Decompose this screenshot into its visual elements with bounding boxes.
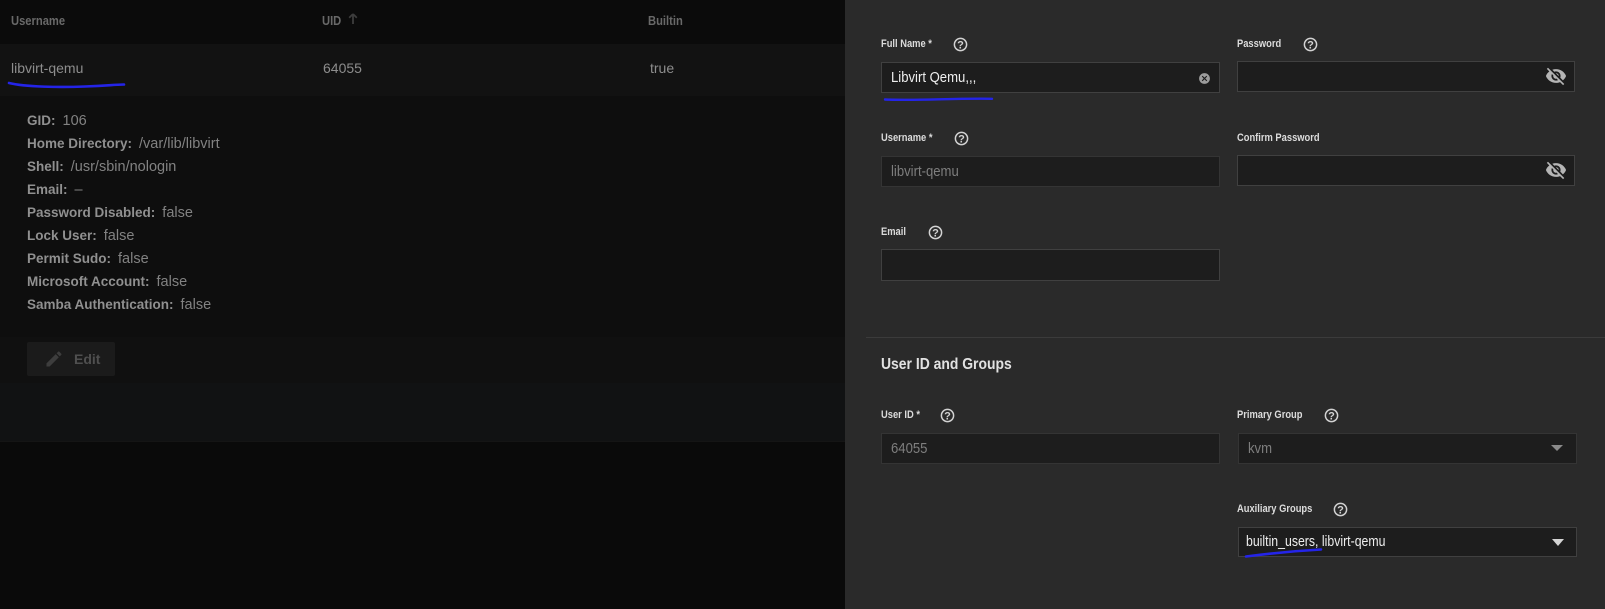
svg-text:?: ? xyxy=(932,227,939,239)
svg-text:?: ? xyxy=(1328,410,1335,422)
svg-text:?: ? xyxy=(958,133,965,145)
svg-text:?: ? xyxy=(957,39,964,51)
svg-text:?: ? xyxy=(944,410,951,422)
svg-text:?: ? xyxy=(1307,39,1314,51)
svg-text:?: ? xyxy=(1337,504,1344,516)
